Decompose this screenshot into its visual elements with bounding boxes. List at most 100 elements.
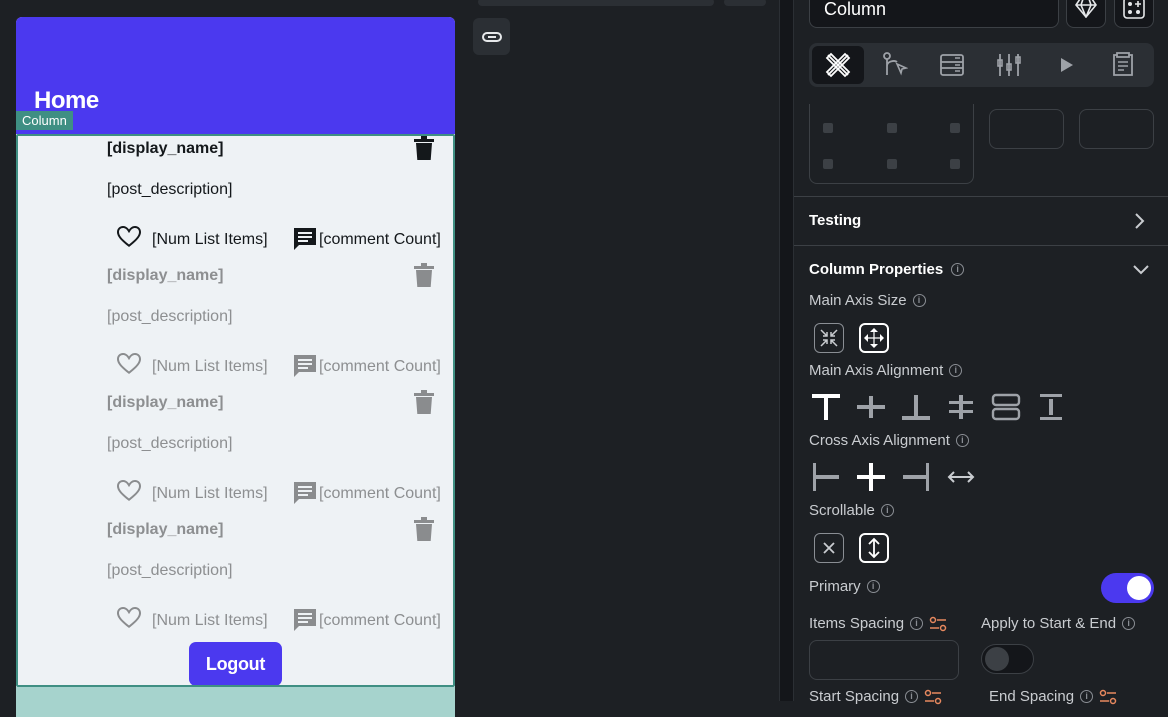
align-left-icon (813, 463, 839, 491)
info-icon[interactable]: i (910, 617, 924, 630)
column-selection-outline (16, 134, 455, 687)
primary-text: Primary (809, 578, 861, 595)
padding-editor[interactable] (809, 104, 974, 184)
link-icon (481, 31, 502, 42)
space-between-icon (949, 395, 973, 419)
tab-backend-query[interactable] (926, 46, 978, 84)
add-widget-button[interactable] (1114, 0, 1154, 28)
column-properties-title[interactable]: Column Properties i (809, 261, 965, 278)
scrollable-off[interactable] (814, 533, 844, 563)
close-icon (823, 542, 835, 554)
app-bar[interactable]: Home (16, 17, 455, 134)
design-canvas: Home Column [display_name] [post_descrip… (0, 0, 779, 717)
height-input[interactable] (1079, 109, 1154, 149)
start-spacing-label: Start Spacing i (809, 688, 942, 705)
ruler-pencil-icon (825, 52, 851, 78)
phone-preview[interactable]: Home Column [display_name] [post_descrip… (16, 17, 455, 717)
column-properties-label: Column Properties (809, 261, 944, 278)
start-spacing-text: Start Spacing (809, 688, 900, 705)
stretch-horizontal-icon (947, 471, 975, 483)
main-align-space-around[interactable] (991, 392, 1021, 422)
tab-properties[interactable] (812, 46, 864, 84)
notes-icon (1113, 52, 1133, 76)
align-top-icon (812, 394, 840, 420)
tab-run[interactable] (1040, 46, 1092, 84)
properties-panel-body: Column Testing Column Properties i Main … (793, 0, 1168, 705)
gem-icon (1075, 0, 1097, 18)
end-spacing-text: End Spacing (989, 688, 1075, 705)
end-spacing-label: End Spacing i (989, 688, 1117, 705)
info-icon[interactable]: i (949, 364, 963, 377)
play-icon (1061, 58, 1073, 72)
main-axis-alignment-label: Main Axis Alignment i (809, 362, 963, 379)
info-icon[interactable]: i (1080, 690, 1094, 703)
convert-widget-button[interactable] (1066, 0, 1106, 28)
info-icon[interactable]: i (912, 294, 926, 307)
align-center-v-icon (857, 396, 885, 418)
cross-align-start[interactable] (811, 462, 841, 492)
variable-icon[interactable] (924, 689, 942, 705)
cross-axis-alignment-text: Cross Axis Alignment (809, 432, 950, 449)
info-icon[interactable]: i (951, 263, 965, 276)
cross-align-center[interactable] (856, 462, 886, 492)
toggle-knob (1127, 576, 1151, 600)
padding-handle[interactable] (887, 159, 897, 169)
columns-icon (997, 54, 1021, 76)
main-axis-size-min[interactable] (814, 323, 844, 353)
padding-handle[interactable] (823, 159, 833, 169)
chevron-right-icon[interactable] (1134, 212, 1146, 230)
scrollable-label: Scrollable i (809, 502, 894, 519)
items-spacing-input[interactable] (809, 640, 959, 680)
main-align-start[interactable] (811, 392, 841, 422)
items-spacing-text: Items Spacing (809, 615, 905, 632)
toolbar-fragment (478, 0, 714, 6)
tab-notes[interactable] (1097, 46, 1149, 84)
info-icon[interactable]: i (1122, 617, 1136, 630)
padding-handle[interactable] (823, 123, 833, 133)
vertical-scroll-icon (868, 537, 880, 559)
chevron-down-icon[interactable] (1132, 264, 1150, 276)
cross-align-stretch[interactable] (946, 462, 976, 492)
info-icon[interactable]: i (955, 434, 969, 447)
align-right-icon (903, 463, 929, 491)
padding-handle[interactable] (950, 159, 960, 169)
toolbar-fragment-2 (724, 0, 766, 6)
variable-icon[interactable] (1099, 689, 1117, 705)
scrollable-text: Scrollable (809, 502, 875, 519)
tab-actions[interactable] (869, 46, 921, 84)
align-bottom-icon (902, 395, 930, 420)
expand-icon (864, 328, 884, 348)
column-selection-tag: Column (16, 111, 73, 130)
link-button[interactable] (473, 18, 510, 55)
tab-layout[interactable] (983, 46, 1035, 84)
main-align-end[interactable] (901, 392, 931, 422)
apply-start-end-label: Apply to Start & End i (981, 615, 1136, 632)
apply-start-end-toggle[interactable] (981, 644, 1034, 674)
main-axis-alignment-text: Main Axis Alignment (809, 362, 944, 379)
primary-toggle[interactable] (1101, 573, 1154, 603)
variable-icon[interactable] (929, 616, 947, 632)
divider (794, 196, 1168, 197)
divider (794, 245, 1168, 246)
info-icon[interactable]: i (880, 504, 894, 517)
panel-tab-bar (809, 43, 1154, 87)
padding-handle[interactable] (950, 123, 960, 133)
main-align-space-between[interactable] (946, 392, 976, 422)
cross-axis-alignment-label: Cross Axis Alignment i (809, 432, 969, 449)
testing-section-title[interactable]: Testing (809, 212, 861, 229)
padding-handle[interactable] (887, 123, 897, 133)
width-input[interactable] (989, 109, 1064, 149)
main-axis-size-max[interactable] (859, 323, 889, 353)
scrollable-on[interactable] (859, 533, 889, 563)
align-center-h-icon (857, 463, 885, 491)
main-align-center[interactable] (856, 392, 886, 422)
add-component-icon (1123, 0, 1145, 19)
info-icon[interactable]: i (905, 690, 919, 703)
main-align-space-evenly[interactable] (1036, 392, 1066, 422)
widget-name-field[interactable]: Column (809, 0, 1059, 28)
toggle-knob (985, 647, 1009, 671)
space-evenly-icon (1040, 394, 1062, 420)
info-icon[interactable]: i (866, 580, 880, 593)
cross-align-end[interactable] (901, 462, 931, 492)
flow-cursor-icon (883, 52, 908, 76)
